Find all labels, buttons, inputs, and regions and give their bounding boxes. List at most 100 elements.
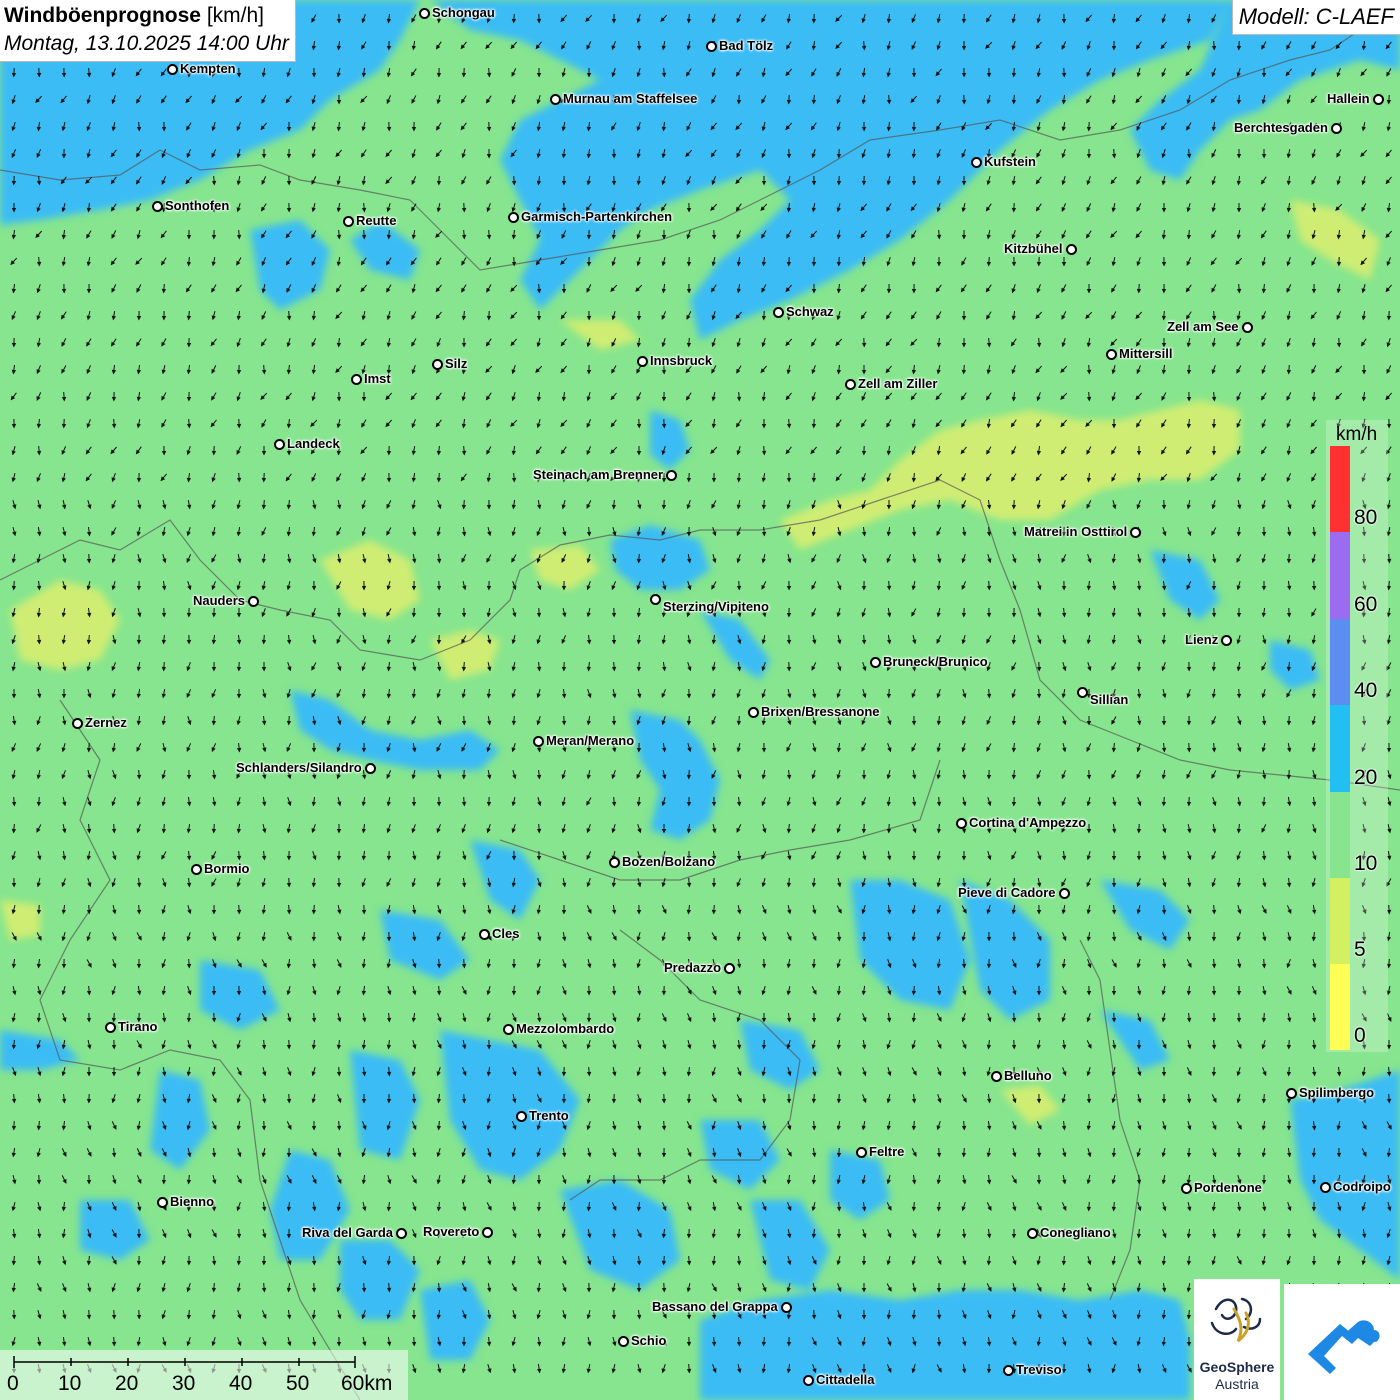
wind-arrowhead [986,342,992,348]
wind-arrowhead [286,1098,292,1104]
wind-arrowhead [311,396,316,402]
wind-arrowhead [461,882,467,888]
wind-arrowhead [1136,261,1141,267]
wind-arrowhead [12,531,17,537]
wind-arrowhead [61,747,66,753]
wind-arrowhead [1187,1125,1192,1131]
wind-arrowhead [361,990,367,996]
wind-arrowhead [761,450,767,456]
wind-arrowhead [861,450,867,456]
wind-arrowhead [161,666,167,672]
wind-arrowhead [962,774,967,780]
wind-arrowhead [361,315,366,321]
wind-arrowhead [1012,531,1017,537]
wind-arrowhead [136,477,142,483]
wind-arrowhead [411,1017,416,1023]
wind-arrowhead [286,1044,292,1050]
wind-arrowhead [537,585,542,591]
wind-arrowhead [936,585,942,591]
wind-arrowhead [461,450,467,456]
wind-arrowhead [136,693,141,699]
wind-arrowhead [812,909,817,915]
wind-arrowhead [461,801,467,807]
wind-arrowhead [111,369,117,375]
wind-arrowhead [786,613,792,618]
wind-arrowhead [36,1017,42,1023]
wind-arrowhead [412,1044,417,1050]
wind-arrowhead [612,693,617,699]
wind-arrowhead [887,639,892,645]
wind-arrowhead [936,342,942,348]
wind-arrowhead [410,71,416,77]
wind-arrowhead [1187,882,1192,888]
wind-arrowhead [911,1044,916,1050]
wind-arrowhead [85,449,91,455]
wind-arrowhead [236,1125,241,1131]
wind-arrowhead [185,287,191,293]
wind-arrowhead [586,1125,591,1131]
wind-arrowhead [1287,747,1292,753]
wind-arrowhead [361,126,366,132]
wind-arrowhead [811,963,817,969]
wind-arrowhead [1236,666,1241,672]
wind-arrowhead [336,612,342,618]
wind-arrowhead [1162,828,1167,834]
wind-arrowhead [1036,1044,1041,1050]
wind-arrowhead [411,504,416,510]
wind-arrowhead [835,395,841,401]
wind-arrowhead [386,801,391,807]
wind-arrowhead [1261,612,1266,618]
wind-arrowhead [462,585,467,591]
wind-arrowhead [1211,612,1217,618]
wind-arrowhead [1111,747,1117,753]
wind-arrowhead [636,261,641,267]
wind-arrowhead [236,180,241,186]
wind-arrowhead [1261,586,1267,591]
wind-arrowhead [1061,1098,1066,1104]
wind-arrowhead [386,720,391,726]
wind-arrowhead [861,586,867,591]
wind-arrowhead [1086,1071,1091,1077]
wind-arrowhead [1186,1017,1192,1023]
wind-arrowhead [1312,909,1317,915]
wind-arrowhead [561,72,566,78]
wind-arrowhead [586,639,592,645]
wind-arrowhead [1136,747,1141,753]
wind-arrowhead [236,694,242,699]
wind-arrowhead [12,504,17,510]
wind-arrowhead [861,775,867,780]
wind-arrowhead [887,1071,892,1077]
wind-arrowhead [361,693,367,699]
wind-arrowhead [711,396,716,402]
wind-arrowhead [1161,208,1167,213]
wind-arrowhead [1311,289,1317,294]
wind-arrowhead [1036,233,1041,239]
wind-arrowhead [412,558,417,564]
wind-arrowhead [1111,396,1116,402]
wind-arrowhead [887,720,892,726]
wind-arrowhead [236,613,242,618]
wind-arrowhead [936,801,942,807]
wind-arrowhead [161,639,167,645]
wind-arrowhead [362,612,367,618]
wind-arrowhead [61,288,67,294]
wind-arrowhead [161,909,166,915]
wind-arrowhead [111,801,116,807]
wind-arrowhead [86,1072,92,1077]
wind-arrowhead [436,801,442,807]
wind-arrowhead [512,1206,517,1212]
wind-arrowhead [86,1180,92,1185]
wind-gust-map[interactable]: Windböenprognose [km/h] Montag, 13.10.20… [0,0,1400,1400]
wind-arrowhead [1086,1179,1091,1185]
wind-arrowhead [112,1179,117,1185]
wind-arrowhead [212,936,217,942]
wind-arrowhead [236,477,242,483]
wind-arrowhead [286,423,292,429]
wind-arrowhead [612,1152,617,1158]
wind-arrowhead [511,801,516,807]
wind-arrowhead [136,234,141,240]
wind-arrowhead [1212,801,1217,807]
wind-arrowhead [511,1179,516,1185]
wind-arrowhead [86,990,92,996]
wind-arrowhead [261,558,266,564]
